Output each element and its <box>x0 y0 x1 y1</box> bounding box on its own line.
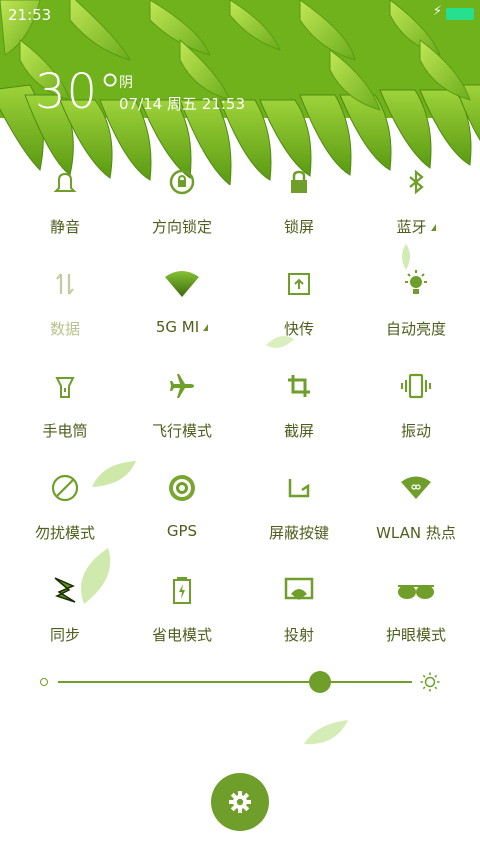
toggle-label: 截屏 <box>283 422 314 440</box>
toggle-silent[interactable]: 静音 <box>5 157 125 257</box>
toggle-auto-brightness[interactable]: 自动亮度 <box>356 259 476 359</box>
toggle-wifi[interactable]: 5G MI <box>122 259 242 359</box>
toggle-label: 5G MI <box>122 318 242 336</box>
toggle-airplane[interactable]: 飞行模式 <box>122 361 242 461</box>
brightness-slider[interactable] <box>40 670 440 694</box>
toggle-label: 投射 <box>283 626 314 644</box>
bell-icon <box>45 162 85 202</box>
toggle-label: 屏蔽按键 <box>268 524 329 542</box>
auto-brightness-icon <box>396 264 436 304</box>
toggle-flashlight[interactable]: 手电筒 <box>5 361 125 461</box>
data-arrows-icon <box>45 264 85 304</box>
toggle-screenshot[interactable]: 截屏 <box>239 361 359 461</box>
eye-care-icon <box>396 570 436 610</box>
toggle-rotation-lock[interactable]: 方向锁定 <box>122 157 242 257</box>
flashlight-icon <box>45 366 85 406</box>
leaf-decoration <box>81 548 111 604</box>
toggle-lock-screen[interactable]: 锁屏 <box>239 157 359 257</box>
toggle-label: 同步 <box>49 626 80 644</box>
toggle-quick-transfer[interactable]: 快传 <box>239 259 359 359</box>
toggle-label: WLAN 热点 <box>376 524 456 542</box>
leaf-decoration <box>402 244 410 270</box>
quick-transfer-icon <box>279 264 319 304</box>
battery-icon <box>446 8 474 20</box>
brightness-track[interactable] <box>58 681 412 683</box>
expand-indicator-icon <box>203 324 209 331</box>
toggle-battery-saver[interactable]: 省电模式 <box>122 565 242 665</box>
toggle-label: 手电筒 <box>42 422 88 440</box>
leaf-decoration <box>92 461 136 487</box>
toggle-bluetooth[interactable]: 蓝牙 <box>356 157 476 257</box>
toggle-label: GPS <box>166 522 198 540</box>
cast-icon <box>279 570 319 610</box>
wifi-icon <box>162 264 202 304</box>
toggle-label: 勿扰模式 <box>34 524 95 542</box>
toggle-label: 锁屏 <box>283 218 314 236</box>
weather-condition: 阴 <box>119 75 133 91</box>
toggle-vibrate[interactable]: 振动 <box>356 361 476 461</box>
toggle-label: 自动亮度 <box>385 320 446 338</box>
leaf-decoration <box>304 720 348 745</box>
toggle-hotspot[interactable]: WLAN 热点 <box>356 463 476 563</box>
vibrate-icon <box>396 366 436 406</box>
battery-saver-icon <box>162 570 202 610</box>
toggle-label: 数据 <box>49 320 80 338</box>
date-time: 07/14 周五 21:53 <box>119 95 245 113</box>
airplane-icon <box>162 366 202 406</box>
toggle-eye-care[interactable]: 护眼模式 <box>356 565 476 665</box>
lock-icon <box>279 162 319 202</box>
brightness-high-icon <box>420 672 440 692</box>
hotspot-icon <box>396 468 436 508</box>
status-time: 21:53 <box>8 6 52 24</box>
toggle-label: 振动 <box>400 422 431 440</box>
toggle-label: 飞行模式 <box>151 422 212 440</box>
brightness-thumb[interactable] <box>308 671 331 693</box>
toggle-cast[interactable]: 投射 <box>239 565 359 665</box>
toggle-mobile-data[interactable]: 数据 <box>5 259 125 359</box>
gear-icon <box>229 791 251 813</box>
toggle-label: 快传 <box>283 320 314 338</box>
settings-button[interactable] <box>211 773 269 831</box>
rotation-lock-icon <box>162 162 202 202</box>
toggle-label: 护眼模式 <box>385 626 446 644</box>
expand-indicator-icon <box>430 224 436 231</box>
bolt-icon: ⚡ <box>432 4 442 19</box>
toggle-gps[interactable]: GPS <box>122 463 242 563</box>
do-not-disturb-icon <box>45 468 85 508</box>
toggle-block-keys[interactable]: 屏蔽按键 <box>239 463 359 563</box>
toggle-label: 静音 <box>49 218 80 236</box>
crop-icon <box>279 366 319 406</box>
toggle-label: 方向锁定 <box>151 218 212 236</box>
toggle-label: 省电模式 <box>151 626 212 644</box>
leaf-decoration <box>266 336 294 348</box>
gps-icon <box>162 468 202 508</box>
toggle-label: 蓝牙 <box>356 216 476 237</box>
temperature: 30° <box>35 64 124 120</box>
bluetooth-icon <box>396 162 436 202</box>
brightness-low-icon <box>40 678 48 686</box>
block-keys-icon <box>279 468 319 508</box>
